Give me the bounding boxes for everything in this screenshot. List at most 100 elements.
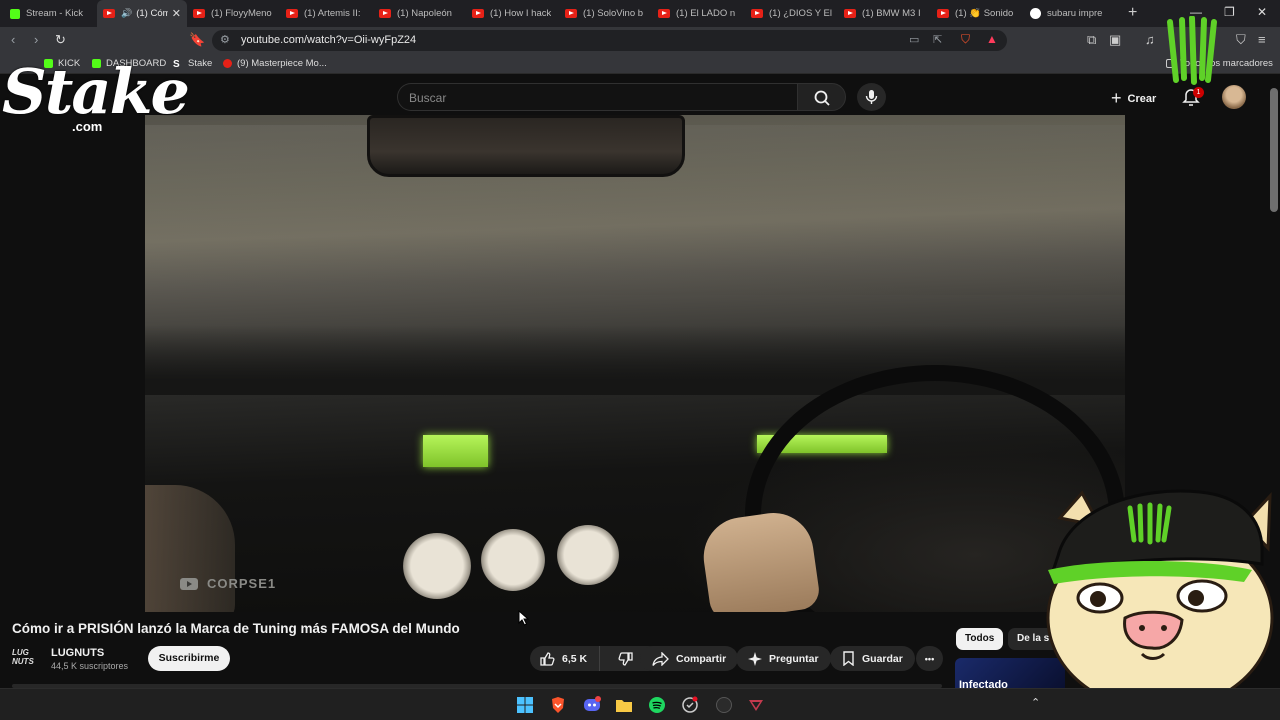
stake-wordmark: Stake <box>2 55 190 128</box>
ask-button[interactable]: Preguntar <box>736 646 831 671</box>
brave-rewards-icon[interactable]: ▲ <box>986 32 998 46</box>
youtube-header: Buscar + Crear 1 <box>0 74 1280 118</box>
share-icon[interactable]: ⇱ <box>933 33 942 46</box>
close-window-icon[interactable]: ✕ <box>1257 5 1267 19</box>
save-label: Guardar <box>862 652 903 665</box>
search-input[interactable]: Buscar <box>397 83 797 111</box>
sparkle-icon <box>748 651 762 666</box>
vpn-icon[interactable]: ⛉ <box>1236 32 1246 48</box>
save-button[interactable]: Guardar <box>830 646 915 671</box>
tab-3[interactable]: (1) Artemis II: <box>280 0 373 27</box>
channel-name[interactable]: LUGNUTS <box>51 647 104 659</box>
tab-1-active[interactable]: 🔊 (1) Cóm ✕ <box>97 0 187 27</box>
watermark-text: CORPSE1 <box>207 576 277 591</box>
address-bar[interactable]: ⚙ youtube.com/watch?v=Oii-wyFpZ24 ▭ ⇱ ⛉ … <box>212 30 1007 51</box>
forward-icon[interactable]: › <box>34 32 38 47</box>
create-label: Crear <box>1127 92 1157 105</box>
tab-label: (1) Cóm <box>136 8 168 19</box>
like-button[interactable]: 6,5 K <box>530 646 600 671</box>
bookmark-masterpiece[interactable]: (9) Masterpiece Mo... <box>223 58 327 69</box>
maximize-icon[interactable]: ❐ <box>1224 5 1235 19</box>
tab-9[interactable]: (1) BMW M3 I <box>838 0 931 27</box>
tab-0[interactable]: Stream - Kick <box>4 0 97 27</box>
subscribe-button[interactable]: Suscribirme <box>148 646 230 671</box>
tab-label: (1) ¿DIOS Y El <box>769 8 832 19</box>
notification-badge: 1 <box>1193 87 1204 98</box>
tab-5[interactable]: (1) How I hack <box>466 0 559 27</box>
share-arrow-icon <box>652 651 669 666</box>
tab-label: (1) BMW M3 I <box>862 8 921 19</box>
video-frame-gauge <box>481 529 545 591</box>
brave-browser-icon[interactable] <box>549 696 567 714</box>
bookmark-label: (9) Masterpiece Mo... <box>237 58 327 69</box>
app-icon[interactable] <box>681 696 699 714</box>
windows-start-icon[interactable] <box>516 696 534 714</box>
tab-11[interactable]: subaru impre <box>1024 0 1117 27</box>
tab-2[interactable]: (1) FloyyMeno <box>187 0 280 27</box>
youtube-icon <box>223 59 232 68</box>
create-button[interactable]: + Crear <box>1111 88 1156 109</box>
youtube-icon <box>379 9 391 18</box>
monster-energy-icon <box>1167 16 1217 85</box>
filter-chip-all[interactable]: Todos <box>956 628 1004 650</box>
stake-logo: Stake .com <box>2 55 190 135</box>
stake-com: .com <box>72 119 103 134</box>
microphone-icon <box>865 90 878 104</box>
video-frame-gauge <box>557 525 619 585</box>
more-actions-button[interactable]: ••• <box>916 646 943 671</box>
cat-mascot-overlay <box>1046 489 1274 693</box>
channel-logo[interactable]: LUG NUTS <box>12 648 42 668</box>
back-icon[interactable]: ‹ <box>11 32 15 47</box>
menu-icon[interactable]: ≡ <box>1258 32 1266 47</box>
subscriber-count: 44,5 K suscriptores <box>51 661 129 671</box>
game-launcher-icon[interactable] <box>747 696 765 714</box>
video-frame-display <box>423 435 488 467</box>
extensions-icon[interactable]: ⧉ <box>1087 32 1096 48</box>
obs-icon[interactable] <box>715 696 733 714</box>
avatar[interactable] <box>1222 85 1246 109</box>
tab-10[interactable]: (1) 👏 Sonido <box>931 0 1024 27</box>
page-scrollbar[interactable] <box>1270 88 1278 212</box>
windows-taskbar: ⌃ <box>0 688 1280 720</box>
youtube-icon <box>103 9 115 18</box>
chevron-up-icon[interactable]: ⌃ <box>1031 696 1040 709</box>
speaker-icon[interactable]: 🔊 <box>121 8 132 19</box>
discord-icon[interactable] <box>583 696 601 714</box>
tab-6[interactable]: (1) SoloVino b <box>559 0 652 27</box>
close-tab-icon[interactable]: ✕ <box>172 7 181 20</box>
tab-label: (1) 👏 Sonido <box>955 8 1014 19</box>
mouse-cursor-icon <box>518 610 530 626</box>
browser-tab-strip: Stream - Kick 🔊 (1) Cóm ✕ (1) FloyyMeno (1… <box>0 0 1280 27</box>
tab-4[interactable]: (1) Napoleón <box>373 0 466 27</box>
youtube-icon <box>472 9 484 18</box>
youtube-icon <box>658 9 670 18</box>
reload-icon[interactable]: ↻ <box>55 32 66 48</box>
video-title: Cómo ir a PRISIÓN lanzó la Marca de Tuni… <box>12 621 460 636</box>
thumbnail-text: Infectado <box>959 679 1008 688</box>
voice-search-button[interactable] <box>857 83 886 111</box>
brave-shield-icon[interactable]: ⛉ <box>961 32 970 47</box>
bookmark-label: Stake <box>188 58 213 69</box>
site-settings-icon[interactable]: ⚙ <box>220 33 230 46</box>
youtube-icon <box>286 9 298 18</box>
file-explorer-icon[interactable] <box>615 696 633 714</box>
url-text[interactable]: youtube.com/watch?v=Oii-wyFpZ24 <box>241 34 416 46</box>
video-player[interactable]: CORPSE1 <box>145 115 1125 612</box>
tab-label: (1) Artemis II: <box>304 8 361 19</box>
tab-7[interactable]: (1) El LADO n <box>652 0 745 27</box>
youtube-icon <box>844 9 856 18</box>
tab-label: (1) How I hack <box>490 8 552 19</box>
music-icon[interactable]: ♫ <box>1145 32 1155 47</box>
sidebar-icon[interactable]: ▣ <box>1109 32 1121 48</box>
like-count: 6,5 K <box>562 652 588 665</box>
share-label: Compartir <box>676 652 727 665</box>
browser-toolbar: ‹ › ↻ 🔖 ⚙ youtube.com/watch?v=Oii-wyFpZ2… <box>0 27 1280 54</box>
share-button[interactable]: Compartir <box>640 646 739 671</box>
new-tab-button[interactable]: + <box>1128 4 1137 22</box>
search-button[interactable] <box>797 83 846 111</box>
cast-icon[interactable]: ▭ <box>909 33 919 46</box>
youtube-icon <box>193 9 205 18</box>
spotify-icon[interactable] <box>648 696 666 714</box>
tab-8[interactable]: (1) ¿DIOS Y El <box>745 0 838 27</box>
bookmark-icon[interactable]: 🔖 <box>189 32 205 48</box>
